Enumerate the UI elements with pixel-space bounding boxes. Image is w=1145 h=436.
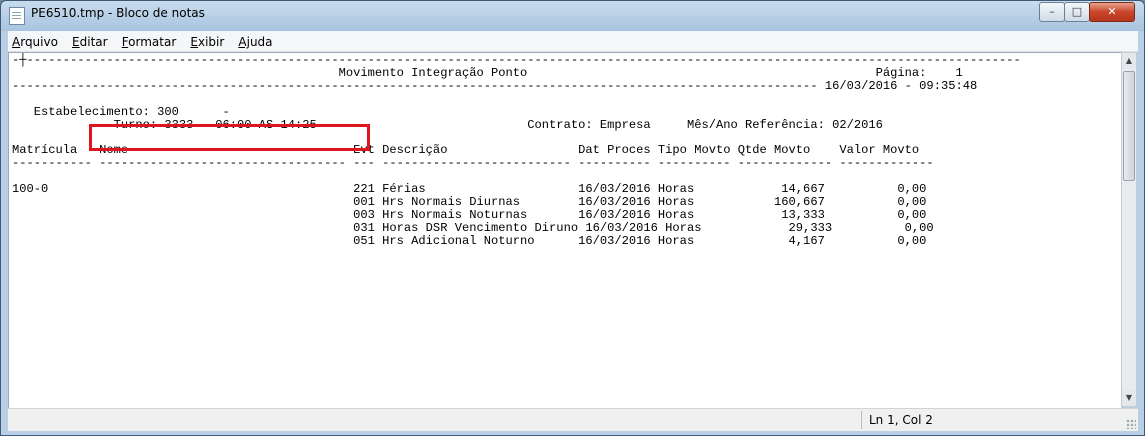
menu-label: uda (249, 35, 273, 49)
maximize-button[interactable]: □ (1064, 2, 1090, 22)
text-editor[interactable]: -┼--------------------------------------… (8, 52, 1123, 409)
menu-accel: A (12, 35, 21, 49)
turno-highlight-box (89, 124, 370, 151)
doc-line: 001 Hrs Normais Diurnas 16/03/2016 Horas… (12, 194, 927, 209)
menu-exibir[interactable]: Exibir (186, 32, 228, 50)
minimize-button[interactable]: – (1039, 2, 1065, 22)
vertical-scrollbar[interactable]: ▲ ▼ (1121, 52, 1137, 407)
menu-formatar[interactable]: Formatar (118, 32, 181, 50)
menu-label: rquivo (20, 35, 58, 49)
menu-label: ormatar (128, 35, 177, 49)
window-title: PE6510.tmp - Bloco de notas (31, 6, 205, 20)
cursor-position: Ln 1, Col 2 (869, 413, 933, 427)
doc-line: Estabelecimento: 300 - (12, 104, 230, 119)
menu-ajuda[interactable]: Ajuda (234, 32, 276, 50)
menu-accel: E (190, 35, 198, 49)
status-divider (861, 411, 862, 429)
menu-accel: E (72, 35, 80, 49)
close-button[interactable]: ✕ (1089, 2, 1135, 22)
status-bar: Ln 1, Col 2 (8, 408, 1138, 431)
doc-line: 051 Hrs Adicional Noturno 16/03/2016 Hor… (12, 233, 927, 248)
menu-bar: Arquivo Editar Formatar Exibir Ajuda (8, 31, 1138, 52)
scroll-thumb[interactable] (1123, 71, 1135, 181)
menu-editar[interactable]: Editar (68, 32, 112, 50)
resize-grip-icon[interactable] (1126, 419, 1136, 429)
scroll-down-icon[interactable]: ▼ (1122, 390, 1136, 406)
notepad-window: PE6510.tmp - Bloco de notas – □ ✕ Arquiv… (0, 0, 1145, 436)
doc-line: 100-0 221 Férias 16/03/2016 Horas 14,667… (12, 182, 927, 197)
doc-line: Movimento Integração Ponto Página: 1 (12, 65, 963, 80)
doc-line: 003 Hrs Normais Noturnas 16/03/2016 Hora… (12, 207, 927, 222)
doc-line: ----------- ----------------------------… (12, 156, 934, 171)
doc-line: -┼--------------------------------------… (12, 53, 1021, 67)
menu-accel: Aj (238, 35, 250, 49)
menu-label: ditar (79, 35, 108, 49)
title-bar[interactable]: PE6510.tmp - Bloco de notas – □ ✕ (1, 1, 1144, 29)
notepad-icon (9, 7, 25, 25)
menu-arquivo[interactable]: Arquivo (8, 32, 62, 50)
scroll-up-icon[interactable]: ▲ (1122, 53, 1136, 69)
doc-line: 031 Horas DSR Vencimento Diruno 16/03/20… (12, 220, 934, 235)
doc-line: ----------------------------------------… (12, 78, 978, 93)
menu-label: xibir (197, 35, 225, 49)
